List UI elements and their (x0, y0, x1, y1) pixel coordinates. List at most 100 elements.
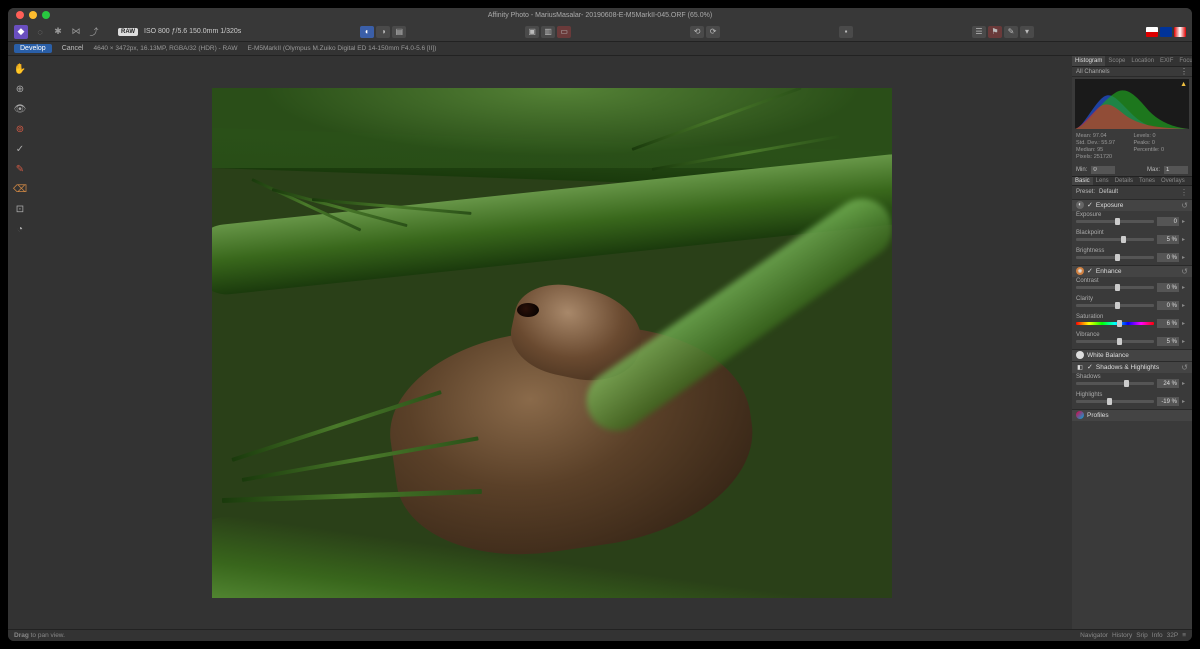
shadows-value-0[interactable]: 24 % (1157, 379, 1179, 388)
preset-value[interactable]: Default (1099, 189, 1176, 195)
cancel-button[interactable]: Cancel (62, 45, 84, 52)
window-title: Affinity Photo - MariusMasalar- 20190608… (8, 12, 1192, 19)
redeye-tool-icon[interactable]: ⊚ (13, 122, 27, 136)
exposure-value-2[interactable]: 0 % (1157, 253, 1179, 262)
enhance-track-0[interactable] (1076, 286, 1154, 289)
tab-focus[interactable]: Focus (1176, 56, 1192, 66)
clip-shadows-button[interactable]: ◐ (360, 26, 374, 38)
status-tab-info[interactable]: Info (1152, 632, 1163, 639)
flag-icon-1[interactable] (1146, 27, 1158, 37)
settings-button[interactable]: ✎ (1004, 26, 1018, 38)
shadows-stepper-1[interactable]: ▸ (1182, 398, 1188, 405)
section-exposure[interactable]: ◐ ✓ Exposure ↺ (1072, 199, 1192, 211)
enhance-value-0[interactable]: 0 % (1157, 283, 1179, 292)
exposure-stepper-1[interactable]: ▸ (1182, 236, 1188, 243)
status-tab-navigator[interactable]: Navigator (1080, 632, 1108, 639)
blemish-tool-icon[interactable]: ✓ (13, 142, 27, 156)
enhance-value-2[interactable]: 6 % (1157, 319, 1179, 328)
shadows-check-icon[interactable]: ✓ (1087, 363, 1093, 371)
enhance-track-1[interactable] (1076, 304, 1154, 307)
status-tab-history[interactable]: History (1112, 632, 1132, 639)
viewport[interactable] (32, 56, 1072, 629)
enhance-value-3[interactable]: 5 % (1157, 337, 1179, 346)
subtab-lens[interactable]: Lens (1093, 177, 1112, 185)
exposure-value-1[interactable]: 5 % (1157, 235, 1179, 244)
persona-tone-icon[interactable]: ⋈ (70, 26, 82, 38)
enhance-stepper-3[interactable]: ▸ (1182, 338, 1188, 345)
dropdown-button[interactable]: ▾ (1020, 26, 1034, 38)
section-whitebalance[interactable]: White Balance (1072, 349, 1192, 361)
persona-develop-icon[interactable]: ✱ (52, 26, 64, 38)
assistant-button[interactable]: ☰ (972, 26, 986, 38)
exposure-slider-blackpoint: Blackpoint5 %▸ (1072, 229, 1192, 247)
prefs-button[interactable]: ⚑ (988, 26, 1002, 38)
status-tab-32p[interactable]: 32P (1167, 632, 1179, 639)
rotate-left-button[interactable]: ⟲ (690, 26, 704, 38)
minimize-icon[interactable] (29, 11, 37, 19)
exposure-track-1[interactable] (1076, 238, 1154, 241)
tab-histogram[interactable]: Histogram (1072, 56, 1105, 66)
overlay-erase-icon[interactable]: ⌫ (13, 182, 27, 196)
shadows-reset-icon[interactable]: ↺ (1181, 363, 1188, 372)
shadows-value-1[interactable]: -19 % (1157, 397, 1179, 406)
subtab-basic[interactable]: Basic (1072, 177, 1093, 185)
enhance-reset-icon[interactable]: ↺ (1181, 267, 1188, 276)
persona-export-icon[interactable]: ⤴ (88, 26, 100, 38)
preset-menu-icon[interactable]: ⋮ (1180, 188, 1188, 197)
enhance-stepper-2[interactable]: ▸ (1182, 320, 1188, 327)
status-menu-icon[interactable]: ≡ (1182, 632, 1186, 639)
exposure-value-0[interactable]: 0 (1157, 217, 1179, 226)
tab-location[interactable]: Location (1128, 56, 1157, 66)
flag-icon-3[interactable] (1174, 27, 1186, 37)
shadows-track-0[interactable] (1076, 382, 1154, 385)
enhance-check-icon[interactable]: ✓ (1087, 267, 1093, 275)
persona-liquify-icon[interactable]: ◌ (34, 26, 46, 38)
develop-button[interactable]: Develop (14, 44, 52, 53)
rotate-right-button[interactable]: ⟳ (706, 26, 720, 38)
enhance-track-2[interactable] (1076, 322, 1154, 325)
channel-selector[interactable]: All Channels ⋮ (1072, 67, 1192, 77)
zoom-icon[interactable] (42, 11, 50, 19)
exposure-stepper-2[interactable]: ▸ (1182, 254, 1188, 261)
single-view-button[interactable]: ▪ (839, 26, 853, 38)
stat-pixels: Pixels: 251720 (1076, 154, 1131, 161)
section-profiles[interactable]: Profiles (1072, 409, 1192, 421)
hand-tool-icon[interactable]: ✋ (13, 62, 27, 76)
exposure-stepper-0[interactable]: ▸ (1182, 218, 1188, 225)
enhance-stepper-0[interactable]: ▸ (1182, 284, 1188, 291)
tab-exif[interactable]: EXIF (1157, 56, 1176, 66)
crop-tool-icon[interactable]: ⊡ (13, 202, 27, 216)
mirror-button[interactable]: ▭ (557, 26, 571, 38)
shadows-stepper-0[interactable]: ▸ (1182, 380, 1188, 387)
zoom-tool-icon[interactable]: ⊕ (13, 82, 27, 96)
subtab-overlays[interactable]: Overlays (1158, 177, 1188, 185)
exposure-check-icon[interactable]: ✓ (1087, 201, 1093, 209)
exposure-track-2[interactable] (1076, 256, 1154, 259)
wb-picker-icon[interactable]: ◔ (13, 222, 27, 236)
clip-highlights-button[interactable]: ◑ (376, 26, 390, 38)
min-input[interactable] (1091, 166, 1115, 174)
section-shadows[interactable]: ◧ ✓ Shadows & Highlights ↺ (1072, 361, 1192, 373)
subtab-tones[interactable]: Tones (1136, 177, 1158, 185)
flag-icon-2[interactable] (1160, 27, 1172, 37)
max-input[interactable] (1164, 166, 1188, 174)
status-tab-srip[interactable]: Srip (1136, 632, 1148, 639)
enhance-track-3[interactable] (1076, 340, 1154, 343)
enhance-value-1[interactable]: 0 % (1157, 301, 1179, 310)
overlay-paint-icon[interactable]: ✎ (13, 162, 27, 176)
persona-photo-icon[interactable]: ◆ (14, 25, 28, 39)
section-enhance[interactable]: ✺ ✓ Enhance ↺ (1072, 265, 1192, 277)
subtab-details[interactable]: Details (1112, 177, 1136, 185)
exposure-track-0[interactable] (1076, 220, 1154, 223)
before-after-button[interactable]: ▣ (525, 26, 539, 38)
enhance-stepper-1[interactable]: ▸ (1182, 302, 1188, 309)
channel-menu-icon[interactable]: ⋮ (1180, 67, 1188, 76)
view-tool-icon[interactable]: 👁 (13, 102, 27, 116)
sync-button[interactable]: ▥ (541, 26, 555, 38)
tab-scope[interactable]: Scope (1105, 56, 1128, 66)
shadows-track-1[interactable] (1076, 400, 1154, 403)
clip-tones-button[interactable]: ▤ (392, 26, 406, 38)
histogram[interactable]: ▲ (1075, 79, 1189, 129)
close-icon[interactable] (16, 11, 24, 19)
exposure-reset-icon[interactable]: ↺ (1181, 201, 1188, 210)
